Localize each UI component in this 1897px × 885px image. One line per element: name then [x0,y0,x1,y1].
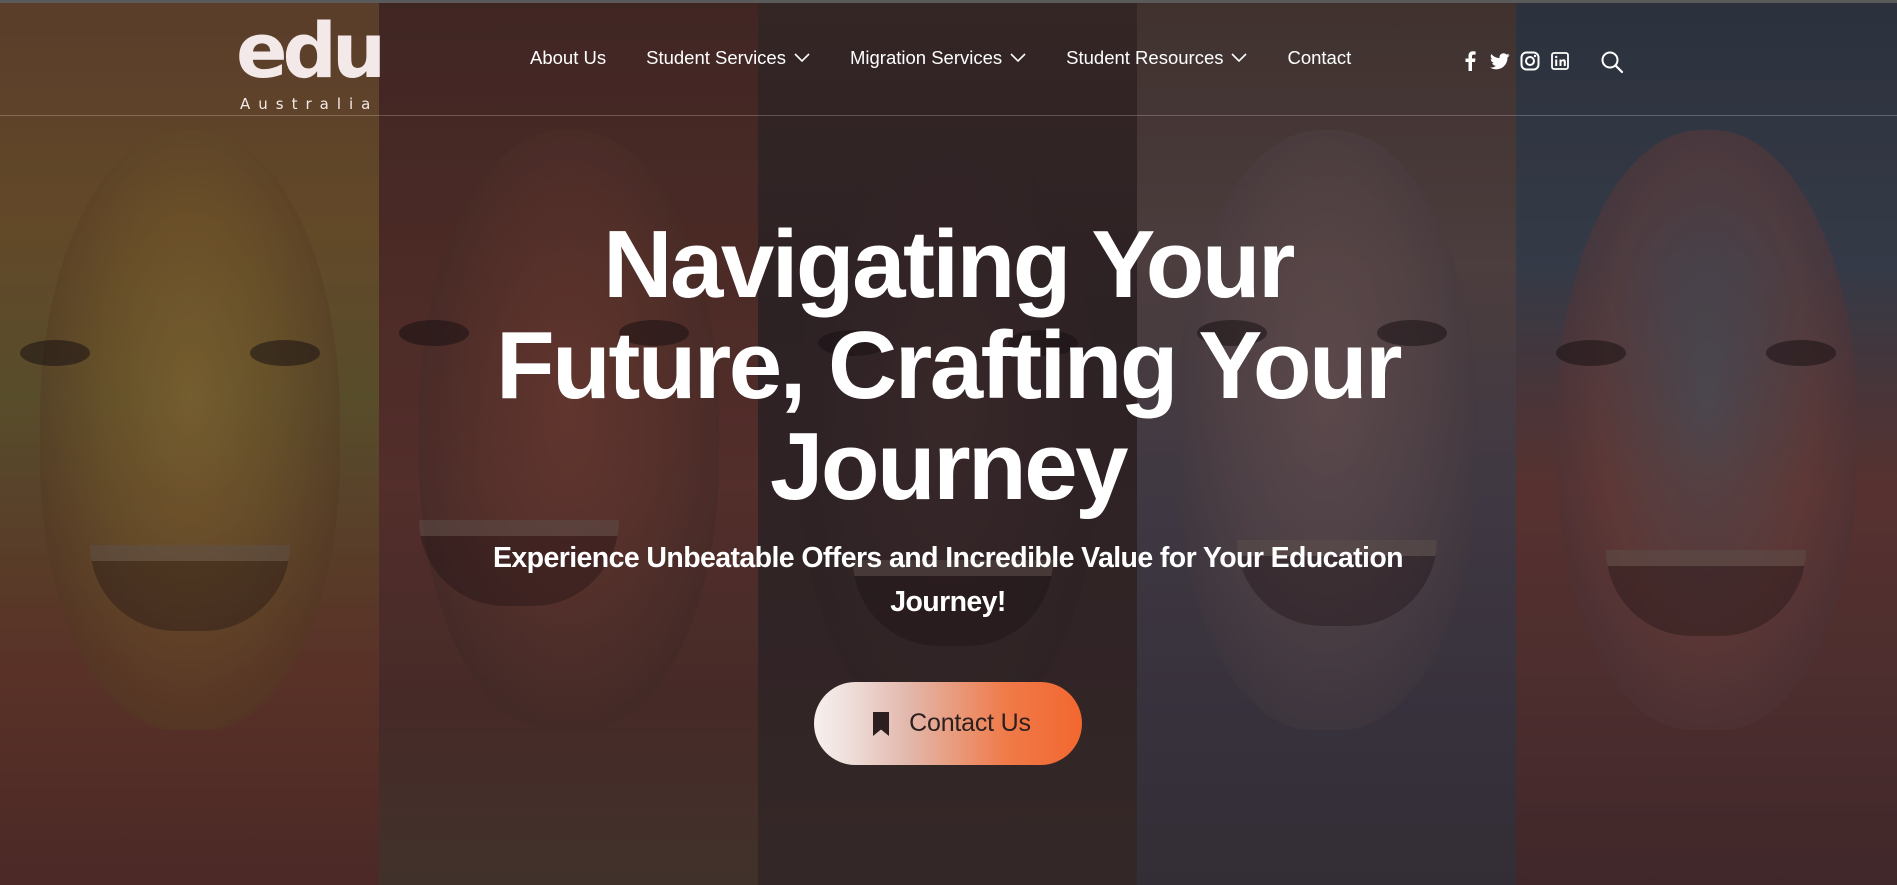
main-nav: About Us Student Services Migration Serv… [530,47,1351,69]
hero-title-line: Navigating Your [603,211,1295,318]
nav-item-migration-services[interactable]: Migration Services [850,47,1026,69]
nav-item-label: About Us [530,47,607,68]
nav-item-label: Student Resources [1066,47,1224,68]
hero-subtitle-line: Journey! [890,586,1006,618]
chevron-down-icon [794,53,810,63]
hero-title: Navigating Your Future, Crafting Your Jo… [348,214,1548,517]
instagram-icon[interactable] [1520,51,1540,71]
social-links [1460,51,1580,71]
search-icon[interactable] [1600,50,1624,74]
bookmark-icon [873,711,890,736]
nav-item-contact[interactable]: Contact [1287,47,1351,69]
hero-title-line: Future, Crafting Your [496,312,1402,419]
logo-tagline: Australia [240,95,379,113]
chevron-down-icon [1231,53,1248,63]
nav-item-student-resources[interactable]: Student Resources [1066,47,1248,69]
facebook-icon[interactable] [1460,51,1480,71]
brand-logo[interactable]: edu Australia [236,13,386,115]
chevron-down-icon [1010,53,1026,63]
nav-item-label: Student Services [646,47,786,68]
twitter-icon[interactable] [1490,51,1510,71]
hero-title-line: Journey [770,413,1128,520]
contact-us-button[interactable]: Contact Us [814,682,1082,765]
hero-subtitle: Experience Unbeatable Offers and Incredi… [448,536,1448,624]
linkedin-icon[interactable] [1550,51,1570,71]
logo-wordmark: edu [236,6,386,95]
contact-us-label: Contact Us [909,709,1031,737]
site-header: edu Australia About Us Student Services … [0,0,1897,116]
page: edu Australia About Us Student Services … [0,0,1897,885]
nav-item-label: Migration Services [849,47,1003,68]
hero-subtitle-line: Experience Unbeatable Offers and Incredi… [493,542,1404,574]
nav-item-about-us[interactable]: About Us [530,47,606,69]
nav-item-label: Contact [1287,47,1352,68]
nav-item-student-services[interactable]: Student Services [646,47,810,69]
